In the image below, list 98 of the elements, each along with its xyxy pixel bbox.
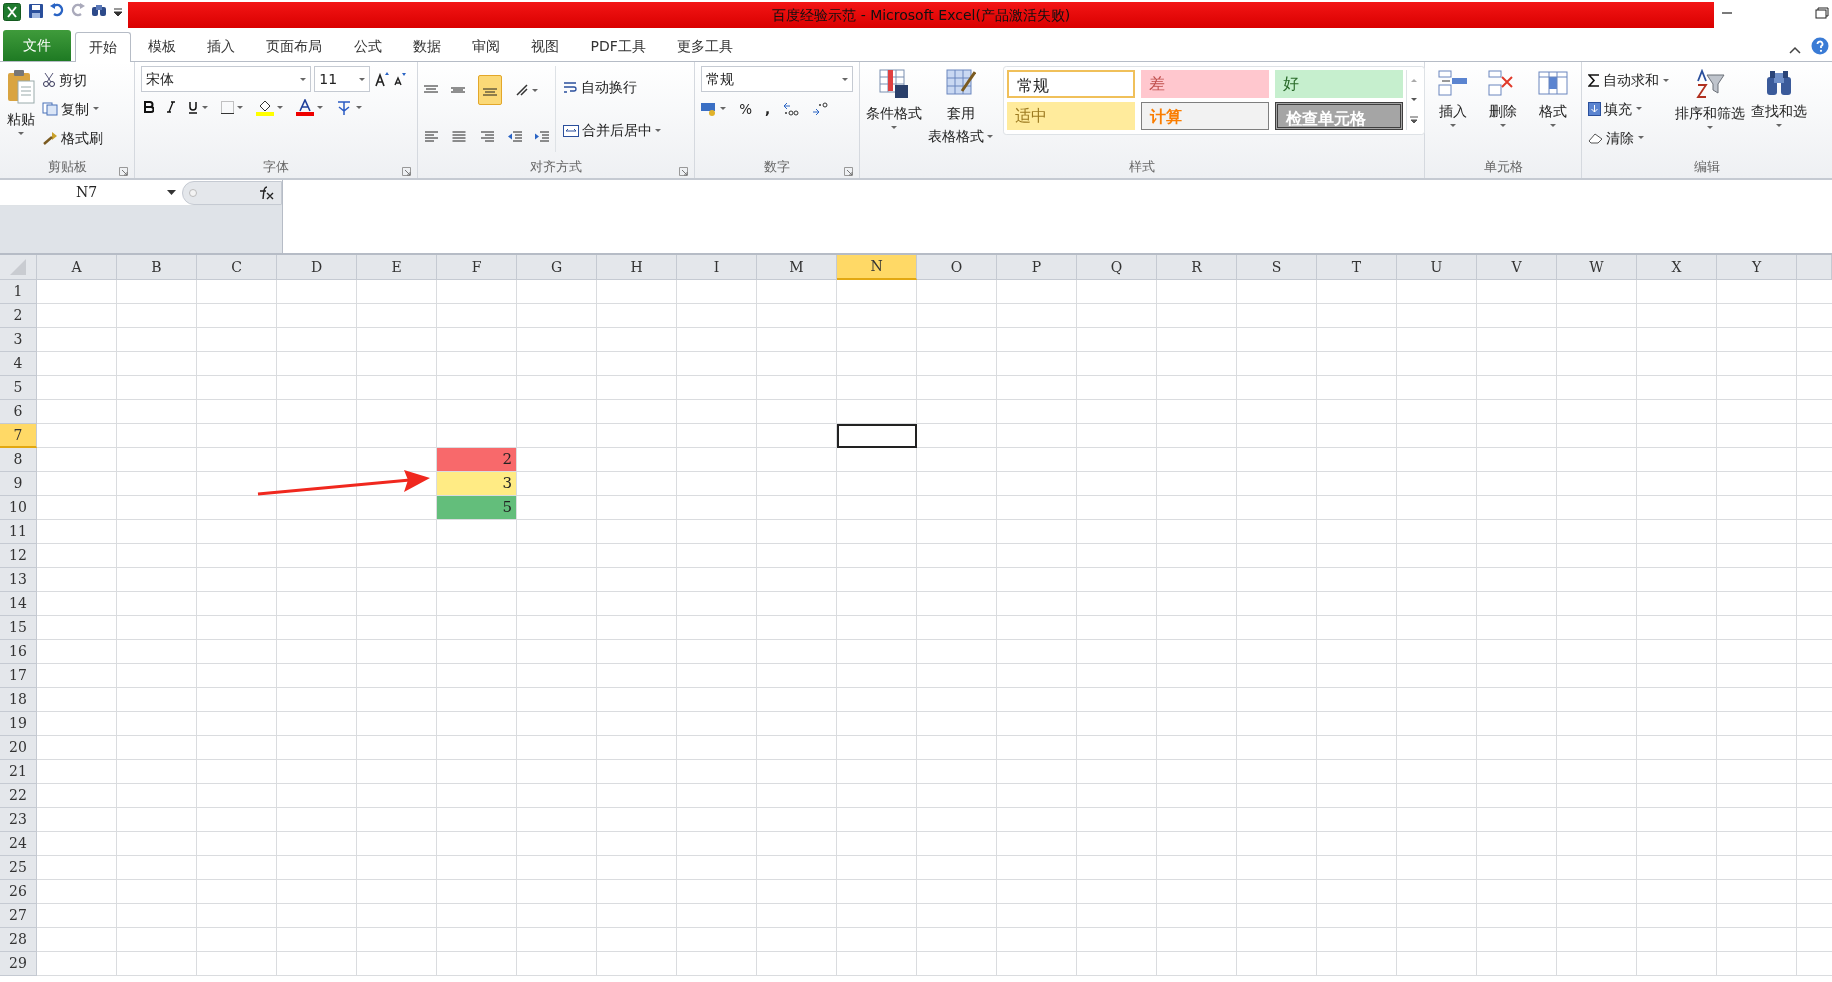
table-format-button[interactable]: 表格格式 <box>928 126 984 147</box>
column-header[interactable]: C <box>197 255 277 280</box>
cell-style-option[interactable]: 常规 <box>1006 70 1135 99</box>
conditional-format-button[interactable]: 条件格式 <box>866 102 922 123</box>
row-header[interactable]: 15 <box>0 616 37 640</box>
table-cell: 5 <box>437 496 517 520</box>
ribbon-tab[interactable]: 插入 <box>193 31 249 61</box>
row-header[interactable]: 9 <box>0 472 37 496</box>
row-header[interactable]: 29 <box>0 952 37 976</box>
column-header[interactable]: F <box>437 255 517 280</box>
row-header[interactable]: 19 <box>0 712 37 736</box>
table-format-button[interactable]: 套用 <box>946 102 975 123</box>
row-header[interactable]: 14 <box>0 592 37 616</box>
window-title: 百度经验示范 - Microsoft Excel(产品激活失败) <box>772 5 1071 25</box>
ribbon-tab[interactable]: 视图 <box>517 31 574 61</box>
comma-button[interactable]: , <box>765 98 771 119</box>
column-header[interactable]: D <box>277 255 357 280</box>
row-header[interactable]: 8 <box>0 448 37 472</box>
delete-button[interactable]: 删除 <box>1489 100 1517 121</box>
group-label: 剪贴板 <box>47 158 87 177</box>
row-header[interactable]: 1 <box>0 280 37 304</box>
format-button[interactable]: 格式 <box>1539 100 1567 121</box>
ribbon-tab[interactable]: 模板 <box>133 31 190 61</box>
column-header[interactable]: R <box>1157 255 1237 280</box>
table-cell: 3 <box>437 472 517 496</box>
file-tab[interactable]: 文件 <box>3 30 72 61</box>
column-header[interactable]: O <box>917 255 997 280</box>
fill-button[interactable]: 填充 <box>1604 98 1633 120</box>
column-header[interactable]: X <box>1637 255 1717 280</box>
column-header[interactable]: H <box>597 255 677 280</box>
row-header[interactable]: 27 <box>0 904 37 928</box>
row-header[interactable]: 11 <box>0 520 37 544</box>
group-label: 样式 <box>1129 158 1155 177</box>
row-header[interactable]: 13 <box>0 568 37 592</box>
row-header[interactable]: 16 <box>0 640 37 664</box>
cell-style-option[interactable]: 好 <box>1274 70 1403 99</box>
column-header[interactable]: A <box>37 255 117 280</box>
column-header[interactable]: Y <box>1717 255 1797 280</box>
column-header[interactable]: M <box>757 255 837 280</box>
row-header[interactable]: 24 <box>0 832 37 856</box>
row-header[interactable]: 22 <box>0 784 37 808</box>
row-header[interactable]: 7 <box>0 424 37 448</box>
column-header[interactable]: S <box>1237 255 1317 280</box>
row-header[interactable]: 21 <box>0 760 37 784</box>
ribbon-tab[interactable]: 数据 <box>398 31 455 61</box>
column-header[interactable]: I <box>677 255 757 280</box>
row-header[interactable]: 3 <box>0 328 37 352</box>
group-label: 对齐方式 <box>530 158 582 177</box>
row-header[interactable]: 20 <box>0 736 37 760</box>
group-label: 数字 <box>764 158 790 177</box>
cut-button[interactable]: 剪切 <box>59 70 88 91</box>
format-painter-button[interactable]: 格式刷 <box>61 127 104 148</box>
column-header[interactable]: T <box>1317 255 1397 280</box>
row-header[interactable]: 18 <box>0 688 37 712</box>
row-header[interactable]: 26 <box>0 880 37 904</box>
row-header[interactable]: 17 <box>0 664 37 688</box>
row-header[interactable]: 6 <box>0 400 37 424</box>
font-size-field[interactable]: 11 <box>314 66 371 92</box>
column-header[interactable]: G <box>517 255 597 280</box>
font-name-field[interactable]: 宋体 <box>141 66 311 92</box>
ribbon-tab[interactable]: 更多工具 <box>663 31 748 61</box>
row-header[interactable]: 25 <box>0 856 37 880</box>
ribbon-tab[interactable]: 公式 <box>339 31 396 61</box>
column-header[interactable]: B <box>117 255 197 280</box>
column-header[interactable]: U <box>1397 255 1477 280</box>
row-header[interactable]: 4 <box>0 352 37 376</box>
percent-button[interactable]: % <box>739 98 753 119</box>
row-header[interactable]: 2 <box>0 304 37 328</box>
sort-filter-button[interactable]: 排序和筛选 <box>1674 102 1745 123</box>
insert-button[interactable]: 插入 <box>1439 100 1467 121</box>
group-label: 单元格 <box>1483 158 1523 177</box>
row-header[interactable]: 23 <box>0 808 37 832</box>
group-label: 字体 <box>263 158 289 177</box>
ribbon-tab[interactable]: 审阅 <box>458 31 514 61</box>
row-header[interactable]: 10 <box>0 496 37 520</box>
row-header[interactable]: 28 <box>0 928 37 952</box>
wrap-text-button[interactable]: 自动换行 <box>580 77 637 98</box>
clear-button[interactable]: 清除 <box>1606 127 1635 148</box>
merge-center-button[interactable]: 合并后居中 <box>581 120 652 141</box>
paste-button[interactable]: 粘贴 <box>7 108 35 129</box>
find-select-button[interactable]: 查找和选 <box>1750 100 1807 121</box>
column-header[interactable]: Q <box>1077 255 1157 280</box>
ribbon-tab[interactable]: 开始 <box>74 32 131 62</box>
row-header[interactable]: 12 <box>0 544 37 568</box>
column-header[interactable]: P <box>997 255 1077 280</box>
column-header[interactable]: W <box>1557 255 1637 280</box>
row-header[interactable]: 5 <box>0 376 37 400</box>
table-cell: 2 <box>437 448 517 472</box>
number-format-field[interactable]: 常规 <box>701 66 853 92</box>
ribbon-tab[interactable]: 页面布局 <box>252 31 337 61</box>
column-header[interactable]: E <box>357 255 437 280</box>
autosum-button[interactable]: 自动求和 <box>1603 70 1660 91</box>
group-label: 编辑 <box>1694 158 1720 177</box>
ribbon-tab[interactable]: PDF工具 <box>576 31 660 61</box>
column-header[interactable]: N <box>837 255 917 280</box>
copy-button[interactable]: 复制 <box>61 98 90 120</box>
cell-style-option[interactable]: 适中 <box>1006 101 1135 130</box>
column-header[interactable]: V <box>1477 255 1557 280</box>
